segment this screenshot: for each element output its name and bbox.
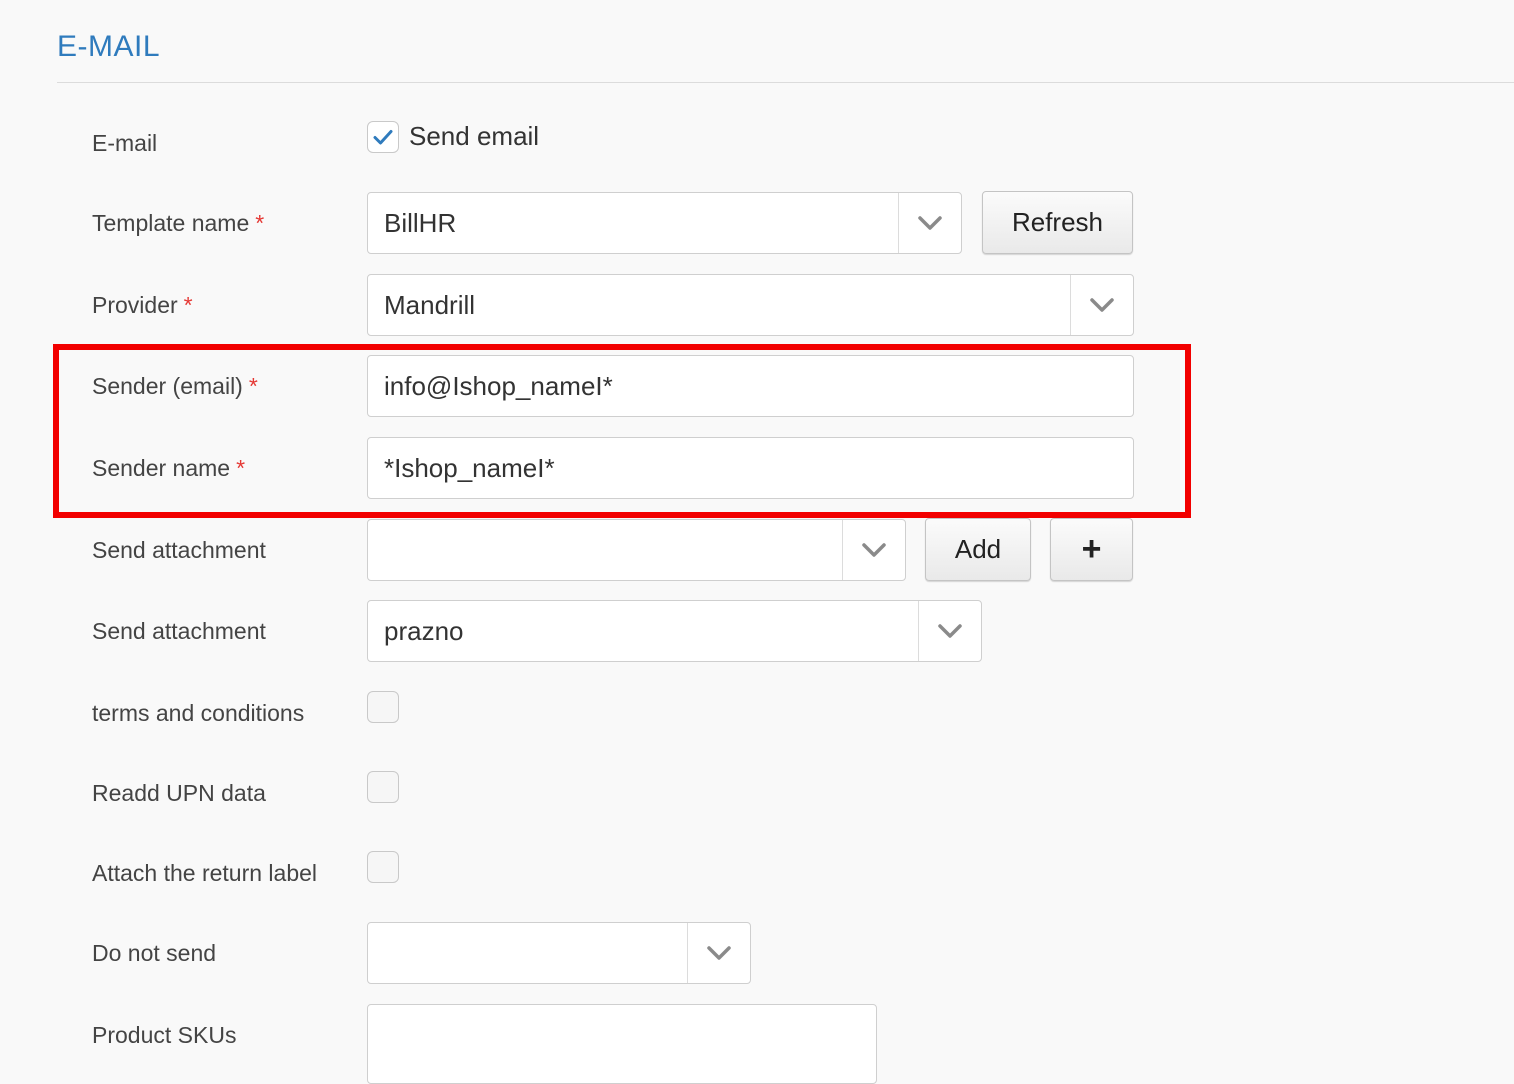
sender-name-label: Sender name * (92, 455, 246, 481)
send-attachment-select[interactable]: prazno (367, 600, 982, 662)
template-name-select[interactable]: BillHR (367, 192, 962, 254)
provider-label: Provider * (92, 292, 193, 318)
readd-upn-checkbox[interactable] (367, 771, 399, 803)
send-attachment-select[interactable] (367, 519, 906, 581)
terms-label: terms and conditions (92, 700, 305, 726)
sender-name-value: *Ishop_nameI* (384, 452, 555, 483)
sender-email-value: info@Ishop_nameI* (384, 370, 613, 401)
send-attachment-value: prazno (384, 615, 464, 646)
required-marker: * (255, 210, 265, 236)
template-name-value: BillHR (384, 207, 457, 238)
send-email-checkbox[interactable] (367, 121, 399, 153)
product-skus-textarea[interactable] (367, 1004, 877, 1084)
provider-select[interactable]: Mandrill (367, 274, 1134, 336)
do-not-send-select[interactable] (367, 922, 751, 984)
add-attachment-button[interactable]: Add (925, 518, 1031, 581)
checkmark-icon (373, 130, 393, 145)
send-email-label[interactable]: Send email (409, 121, 539, 152)
plus-button[interactable]: + (1050, 518, 1133, 581)
readd-upn-label: Readd UPN data (92, 780, 266, 806)
return-label-label: Attach the return label (92, 860, 318, 886)
sender-email-label: Sender (email) * (92, 373, 258, 399)
chevron-down-icon[interactable] (1070, 275, 1133, 335)
required-marker: * (248, 373, 258, 399)
email-label: E-mail (92, 130, 158, 156)
do-not-send-label: Do not send (92, 940, 217, 966)
chevron-down-icon[interactable] (842, 520, 905, 580)
refresh-button[interactable]: Refresh (982, 191, 1133, 254)
required-marker: * (183, 292, 193, 318)
required-marker: * (236, 455, 246, 481)
template-name-label: Template name * (92, 210, 265, 236)
section-divider (57, 82, 1514, 83)
product-skus-label: Product SKUs (92, 1022, 237, 1048)
chevron-down-icon[interactable] (898, 193, 961, 253)
chevron-down-icon[interactable] (687, 923, 750, 983)
provider-value: Mandrill (384, 289, 476, 320)
chevron-down-icon[interactable] (918, 601, 981, 661)
section-title: E-MAIL (57, 30, 161, 63)
sender-email-input[interactable]: info@Ishop_nameI* (367, 355, 1134, 417)
terms-checkbox[interactable] (367, 691, 399, 723)
send-attachment-label: Send attachment (92, 537, 266, 563)
send-attachment-label: Send attachment (92, 618, 266, 644)
return-label-checkbox[interactable] (367, 851, 399, 883)
sender-name-input[interactable]: *Ishop_nameI* (367, 437, 1134, 499)
